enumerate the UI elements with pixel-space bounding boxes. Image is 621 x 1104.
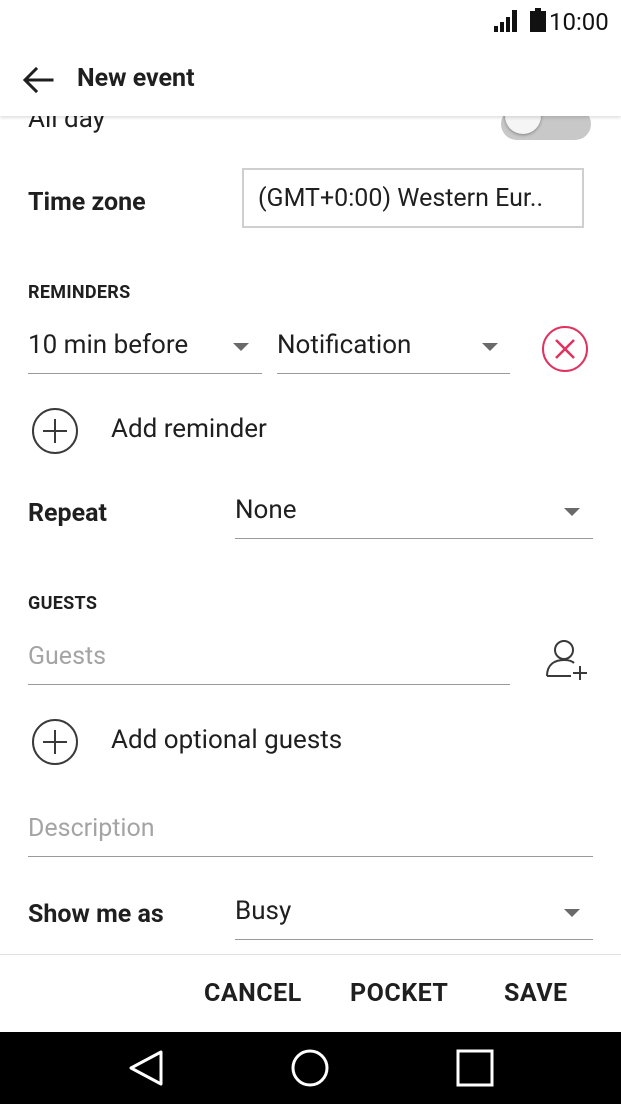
app-bar: New event [0,44,621,116]
nav-back-icon[interactable] [126,1048,166,1088]
add-reminder-label: Add reminder [111,414,267,444]
time-zone-label: Time zone [28,188,146,217]
dropdown-arrow-icon [564,508,580,516]
system-nav-bar [0,1032,621,1104]
back-arrow-icon[interactable] [20,62,56,98]
guests-section-label: GUESTS [28,593,98,614]
save-button[interactable]: SAVE [504,979,568,1008]
status-time: 10:00 [549,8,609,36]
add-circle-icon [32,719,78,765]
guests-underline [28,684,510,685]
time-zone-value: (GMT+0:00) Western Eur.. [258,184,544,213]
reminders-section-label: REMINDERS [28,282,131,303]
reminder-type-underline [277,373,510,374]
dropdown-arrow-icon [564,909,580,917]
guests-placeholder: Guests [28,642,107,671]
description-underline [28,856,593,857]
remove-reminder-icon[interactable] [541,325,589,373]
repeat-value: None [235,495,297,525]
show-me-as-label: Show me as [28,900,164,929]
repeat-label: Repeat [28,499,107,528]
page-title: New event [77,64,195,93]
time-zone-field[interactable]: (GMT+0:00) Western Eur.. [242,168,584,228]
all-day-label: All day [28,116,105,134]
description-placeholder: Description [28,814,155,843]
reminder-time-value: 10 min before [28,330,189,360]
cancel-button[interactable]: CANCEL [204,979,302,1008]
status-bar: 10:00 [0,0,621,44]
action-bar: CANCEL POCKET SAVE [0,954,621,1033]
add-optional-guests-label: Add optional guests [111,725,343,755]
nav-recents-icon[interactable] [455,1048,495,1088]
repeat-underline [235,538,593,539]
reminder-type-value: Notification [277,330,412,360]
dropdown-arrow-icon [482,343,498,351]
add-contact-icon[interactable] [543,636,591,684]
dropdown-arrow-icon [233,343,249,351]
add-circle-icon [32,408,78,454]
nav-home-icon[interactable] [290,1048,330,1088]
show-me-as-value: Busy [235,896,292,926]
pocket-button[interactable]: POCKET [350,979,448,1008]
show-me-as-underline [235,939,593,940]
signal-icon [494,10,517,32]
event-form[interactable]: All day Time zone (GMT+0:00) Western Eur… [0,116,621,954]
reminder-time-underline [28,373,262,374]
battery-icon [530,8,546,32]
